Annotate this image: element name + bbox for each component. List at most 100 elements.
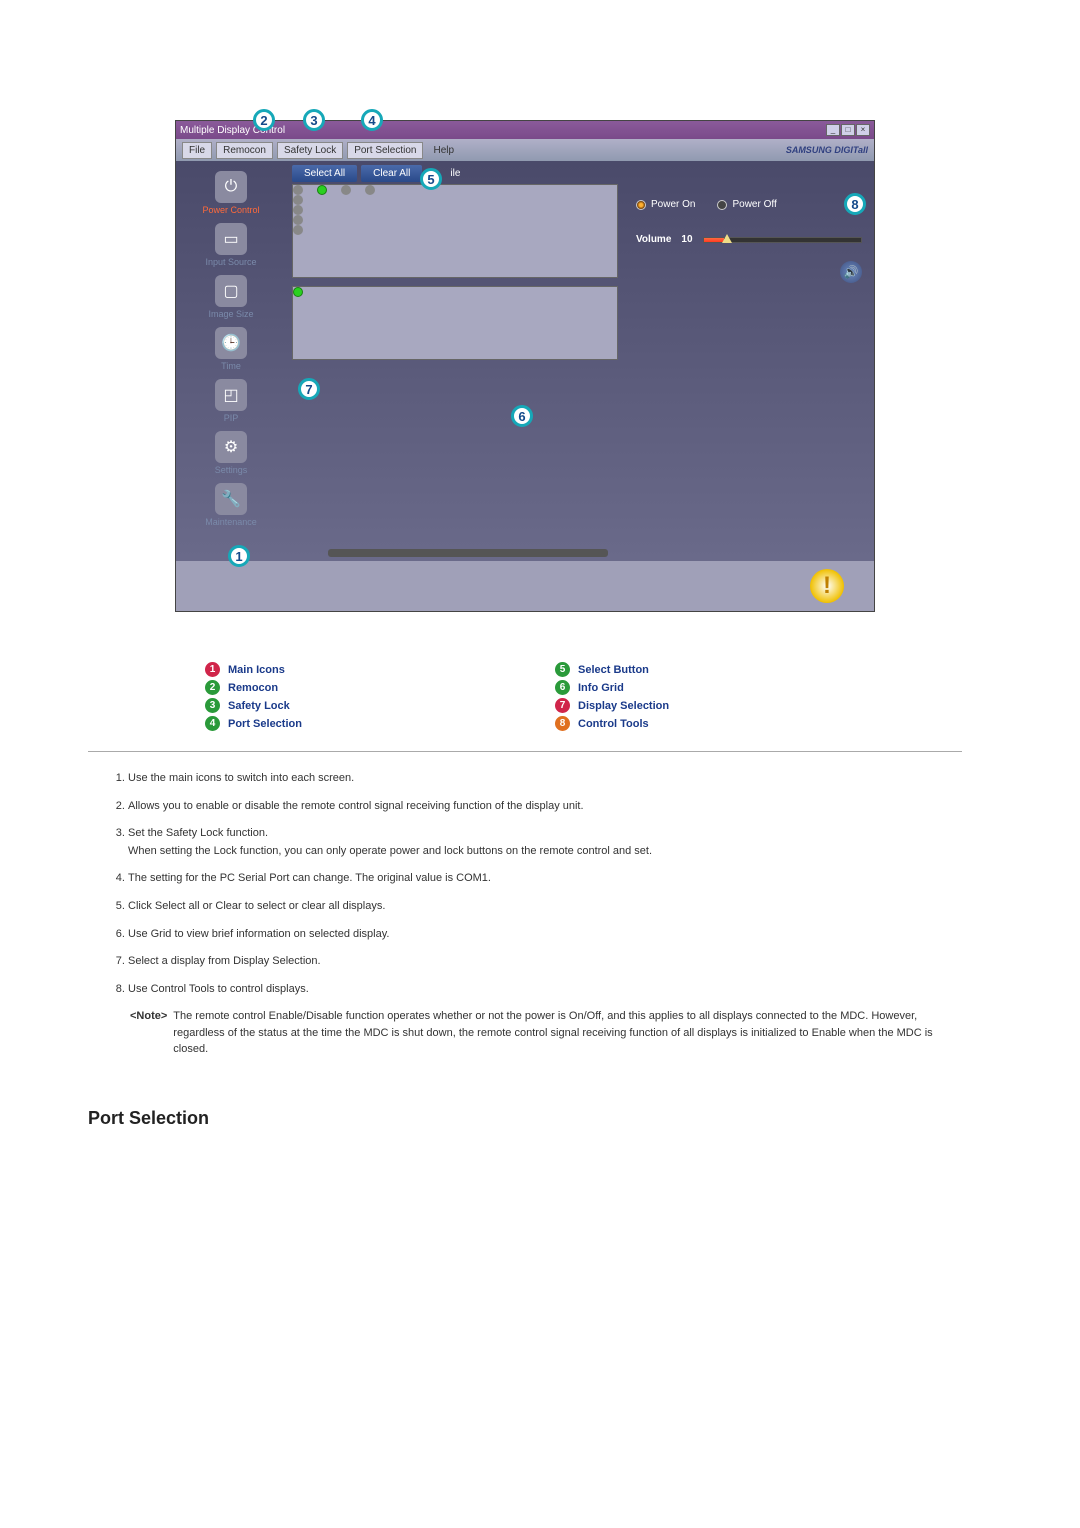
checkbox-icon[interactable]: [293, 225, 303, 235]
checkbox-icon[interactable]: [293, 195, 303, 205]
titlebar: Multiple Display Control _ □ ×: [176, 121, 874, 139]
power-icon: ⏻: [215, 171, 247, 203]
grid2-body[interactable]: [293, 287, 617, 359]
info-grid-1: [292, 184, 618, 278]
legend-item-8: 8Control Tools: [555, 716, 845, 731]
table-row[interactable]: [293, 205, 617, 215]
grid1-body[interactable]: [293, 185, 617, 277]
legend-item-7: 7Display Selection: [555, 698, 845, 713]
timer-off-icon: [365, 185, 375, 195]
info-grid-2: [292, 286, 618, 360]
divider: [88, 751, 962, 752]
minimize-button[interactable]: _: [826, 124, 840, 136]
legend-item-6: 6Info Grid: [555, 680, 845, 695]
power-off-radio[interactable]: Power Off: [717, 199, 776, 210]
marker-5: 5: [420, 168, 442, 190]
h-scrollbar[interactable]: [328, 549, 608, 557]
note-label: <Note>: [130, 1008, 167, 1058]
sidebar-item-settings[interactable]: ⚙Settings: [180, 431, 282, 475]
maintenance-icon: 🔧: [215, 483, 247, 515]
brand-label: SAMSUNG DIGITall: [786, 145, 868, 155]
clear-all-button[interactable]: Clear All: [361, 165, 422, 182]
volume-label: Volume: [636, 234, 671, 245]
marker-7: 7: [298, 378, 320, 400]
description-list: Use the main icons to switch into each s…: [128, 770, 962, 1058]
desc-7: Select a display from Display Selection.: [128, 953, 962, 971]
marker-3: 3: [303, 109, 325, 131]
speaker-icon[interactable]: 🔊: [840, 261, 862, 283]
sidebar-item-maintenance[interactable]: 🔧Maintenance: [180, 483, 282, 527]
window-title: Multiple Display Control: [180, 125, 826, 136]
window-controls: _ □ ×: [826, 124, 870, 136]
desc-5: Click Select all or Clear to select or c…: [128, 898, 962, 916]
sidebar: ⏻Power Control ▭Input Source ▢Image Size…: [176, 161, 286, 561]
legend-item-5: 5Select Button: [555, 662, 845, 677]
status-on-icon: [317, 185, 327, 195]
marker-1: 1: [228, 545, 250, 567]
table-row[interactable]: [293, 185, 617, 195]
app-body: ⏻Power Control ▭Input Source ▢Image Size…: [176, 161, 874, 561]
image-size-icon: ▢: [215, 275, 247, 307]
input-icon: ▭: [215, 223, 247, 255]
legend-item-1: 1Main Icons: [205, 662, 495, 677]
desc-4: The setting for the PC Serial Port can c…: [128, 870, 962, 888]
sidebar-item-image-size[interactable]: ▢Image Size: [180, 275, 282, 319]
menu-file[interactable]: File: [182, 142, 212, 159]
checkbox-icon[interactable]: [293, 185, 303, 195]
main-area: Select All Clear All ile: [286, 161, 624, 561]
pip-icon: ◰: [215, 379, 247, 411]
sidebar-item-time[interactable]: 🕒Time: [180, 327, 282, 371]
power-on-radio[interactable]: Power On: [636, 199, 695, 210]
status-on-icon: [293, 287, 303, 297]
volume-fill: [704, 238, 724, 242]
table-row[interactable]: [293, 225, 617, 235]
desc-2: Allows you to enable or disable the remo…: [128, 798, 962, 816]
sidebar-item-input[interactable]: ▭Input Source: [180, 223, 282, 267]
control-tools: Power On Power Off Volume 10 🔊: [624, 161, 874, 561]
table-row[interactable]: [293, 287, 617, 297]
table-row[interactable]: [293, 195, 617, 205]
menu-safety-lock[interactable]: Safety Lock: [277, 142, 343, 159]
volume-slider[interactable]: [703, 237, 862, 243]
radio-icon: [717, 200, 727, 210]
legend-item-4: 4Port Selection: [205, 716, 495, 731]
marker-6: 6: [511, 405, 533, 427]
menu-remocon[interactable]: Remocon: [216, 142, 273, 159]
desc-3: Set the Safety Lock function.When settin…: [128, 825, 962, 860]
desc-6: Use Grid to view brief information on se…: [128, 926, 962, 944]
marker-8: 8: [844, 193, 866, 215]
volume-row: Volume 10: [636, 234, 862, 245]
marker-4: 4: [361, 109, 383, 131]
select-all-button[interactable]: Select All: [292, 165, 357, 182]
section-heading: Port Selection: [88, 1108, 962, 1129]
volume-knob-icon[interactable]: [722, 234, 732, 243]
legend-item-3: 3Safety Lock: [205, 698, 495, 713]
note-text: The remote control Enable/Disable functi…: [173, 1008, 962, 1058]
desc-8: Use Control Tools to control displays. <…: [128, 981, 962, 1058]
power-row: Power On Power Off: [636, 199, 862, 210]
desc-1: Use the main icons to switch into each s…: [128, 770, 962, 788]
checkbox-icon[interactable]: [293, 215, 303, 225]
menubar: File Remocon Safety Lock Port Selection …: [176, 139, 874, 161]
sidebar-item-power[interactable]: ⏻Power Control: [180, 171, 282, 215]
legend: 1Main Icons 5Select Button 2Remocon 6Inf…: [205, 662, 845, 731]
settings-icon: ⚙: [215, 431, 247, 463]
marker-2: 2: [253, 109, 275, 131]
menu-port-selection[interactable]: Port Selection: [347, 142, 423, 159]
menu-help[interactable]: Help: [427, 143, 460, 158]
timer-off-icon: [341, 185, 351, 195]
volume-value: 10: [681, 234, 692, 245]
note-block: <Note> The remote control Enable/Disable…: [130, 1008, 962, 1058]
radio-selected-icon: [636, 200, 646, 210]
checkbox-icon[interactable]: [293, 205, 303, 215]
app-window: Multiple Display Control _ □ × File Remo…: [175, 120, 875, 612]
table-row[interactable]: [293, 215, 617, 225]
legend-item-2: 2Remocon: [205, 680, 495, 695]
maximize-button[interactable]: □: [841, 124, 855, 136]
bottom-bar: !: [176, 561, 874, 611]
sidebar-item-pip[interactable]: ◰PIP: [180, 379, 282, 423]
warning-icon: !: [810, 569, 844, 603]
toolbar: Select All Clear All ile: [292, 165, 618, 182]
close-button[interactable]: ×: [856, 124, 870, 136]
time-icon: 🕒: [215, 327, 247, 359]
